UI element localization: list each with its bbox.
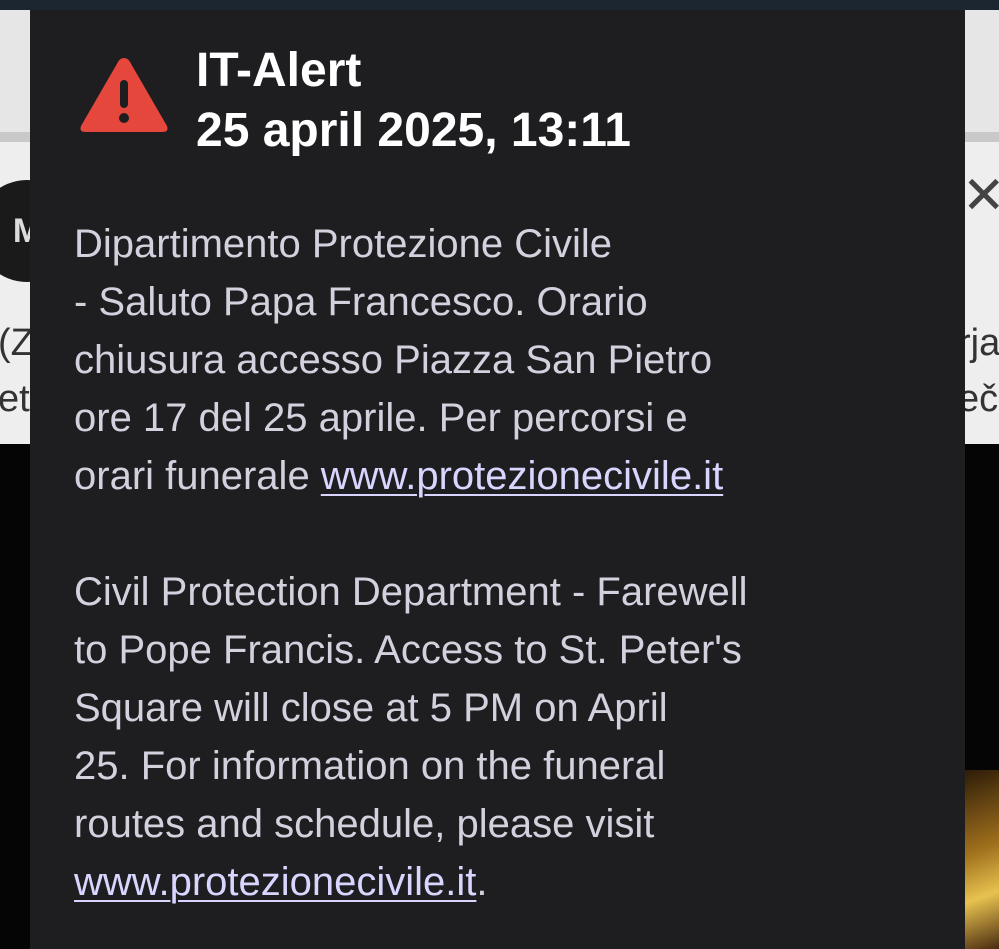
background-image — [960, 770, 999, 949]
message-it-line-3: chiusura accesso Piazza San Pietro — [74, 338, 713, 382]
message-it-line-1: Dipartimento Protezione Civile — [74, 222, 613, 266]
alert-title: IT-Alert — [196, 44, 362, 97]
background-close-icon[interactable]: ✕ — [962, 170, 999, 222]
alert-datetime: 25 april 2025, 13:11 — [196, 104, 631, 157]
alert-message-english: Civil Protection Department - Farewell t… — [74, 563, 934, 911]
message-en-suffix: . — [476, 860, 488, 904]
emergency-alert-dialog: IT-Alert 25 april 2025, 13:11 Dipartimen… — [30, 10, 965, 949]
message-en-line-1: Civil Protection Department - Farewell — [74, 570, 748, 614]
message-en-line-2: to Pope Francis. Access to St. Peter's — [74, 628, 742, 672]
background-status-bar — [0, 0, 999, 10]
background-text-left-2: et — [0, 378, 30, 420]
message-it-line-5: orari funerale — [74, 454, 321, 498]
message-it-line-4: ore 17 del 25 aprile. Per percorsi e — [74, 396, 688, 440]
protezione-civile-link-it[interactable]: www.protezionecivile.it — [321, 454, 723, 498]
warning-triangle-icon — [80, 58, 168, 132]
background-text-left-1: (Z — [0, 322, 34, 364]
message-en-line-5: routes and schedule, please visit — [74, 802, 655, 846]
message-en-line-3: Square will close at 5 PM on April — [74, 686, 668, 730]
message-en-line-4: 25. For information on the funeral — [74, 744, 666, 788]
message-it-line-2: - Saluto Papa Francesco. Orario — [74, 280, 648, 324]
alert-message-italian: Dipartimento Protezione Civile - Saluto … — [74, 215, 934, 505]
protezione-civile-link-en[interactable]: www.protezionecivile.it — [74, 860, 476, 904]
